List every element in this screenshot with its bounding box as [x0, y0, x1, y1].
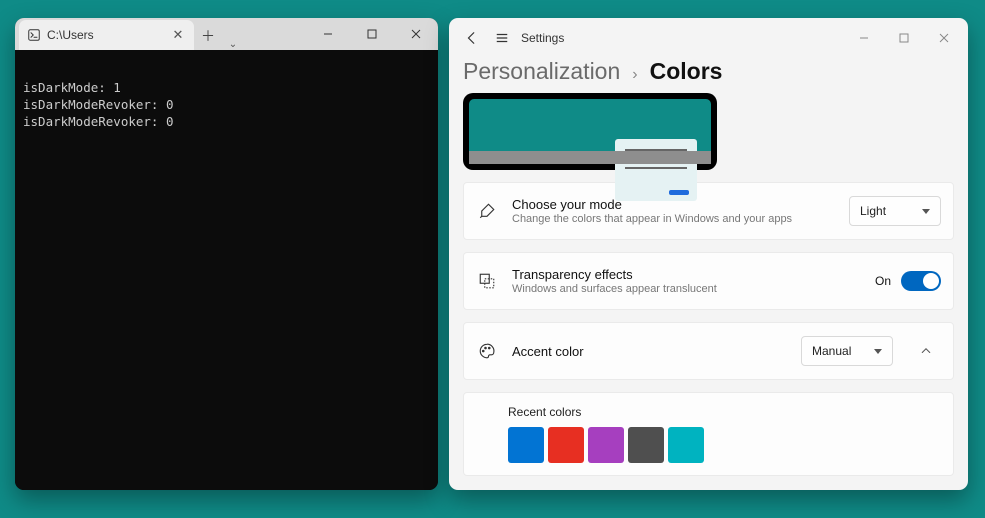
terminal-window: C:\Users ✕ ＋ ⌄ isDarkMode: 1 isDarkModeR…	[15, 18, 438, 490]
app-title: Settings	[521, 31, 564, 45]
recent-colors-panel: Recent colors	[463, 392, 954, 476]
accent-color-row[interactable]: Accent color Manual	[463, 322, 954, 380]
color-swatch[interactable]	[508, 427, 544, 463]
accent-expand-button[interactable]	[911, 336, 941, 366]
accent-color-value: Manual	[812, 344, 851, 358]
accent-color-dropdown[interactable]: Manual	[801, 336, 893, 366]
cmd-icon	[27, 28, 41, 42]
transparency-title: Transparency effects	[512, 267, 861, 282]
choose-mode-value: Light	[860, 204, 886, 218]
maximize-button[interactable]	[350, 18, 394, 50]
transparency-row[interactable]: Transparency effects Windows and surface…	[463, 252, 954, 310]
page-title: Colors	[650, 58, 723, 85]
choose-mode-dropdown[interactable]: Light	[849, 196, 941, 226]
minimize-button[interactable]	[306, 18, 350, 50]
close-button[interactable]	[394, 18, 438, 50]
color-swatch[interactable]	[588, 427, 624, 463]
preview-taskbar-mock	[469, 151, 711, 164]
choose-mode-subtitle: Change the colors that appear in Windows…	[512, 213, 835, 225]
recent-colors-title: Recent colors	[508, 405, 939, 419]
breadcrumb: Personalization › Colors	[449, 58, 968, 93]
settings-minimize-button[interactable]	[844, 23, 884, 53]
settings-maximize-button[interactable]	[884, 23, 924, 53]
color-swatch[interactable]	[548, 427, 584, 463]
transparency-icon	[476, 270, 498, 292]
settings-window: Settings Personalization › Colors Choose…	[449, 18, 968, 490]
terminal-tab-title: C:\Users	[47, 28, 170, 42]
color-swatch[interactable]	[668, 427, 704, 463]
terminal-titlebar: C:\Users ✕ ＋ ⌄	[15, 18, 438, 50]
choose-mode-row[interactable]: Choose your mode Change the colors that …	[463, 182, 954, 240]
terminal-tab[interactable]: C:\Users ✕	[19, 20, 194, 50]
terminal-new-tab-button[interactable]: ＋	[194, 22, 222, 50]
terminal-tab-dropdown-icon[interactable]: ⌄	[222, 39, 244, 50]
terminal-tab-close-icon[interactable]: ✕	[170, 27, 186, 43]
breadcrumb-parent[interactable]: Personalization	[463, 58, 620, 85]
settings-titlebar: Settings	[449, 18, 968, 58]
palette-icon	[476, 340, 498, 362]
color-swatch[interactable]	[628, 427, 664, 463]
nav-menu-button[interactable]	[487, 23, 517, 53]
transparency-state-label: On	[875, 274, 891, 288]
brush-icon	[476, 200, 498, 222]
breadcrumb-sep-icon: ›	[632, 66, 637, 84]
accent-color-title: Accent color	[512, 344, 787, 359]
transparency-toggle[interactable]	[901, 271, 941, 291]
settings-close-button[interactable]	[924, 23, 964, 53]
recent-colors-swatches	[508, 427, 939, 463]
theme-preview	[463, 93, 717, 170]
preview-app-mock	[615, 139, 697, 201]
back-button[interactable]	[457, 23, 487, 53]
terminal-output: isDarkMode: 1 isDarkModeRevoker: 0 isDar…	[15, 50, 438, 490]
transparency-subtitle: Windows and surfaces appear translucent	[512, 283, 861, 295]
